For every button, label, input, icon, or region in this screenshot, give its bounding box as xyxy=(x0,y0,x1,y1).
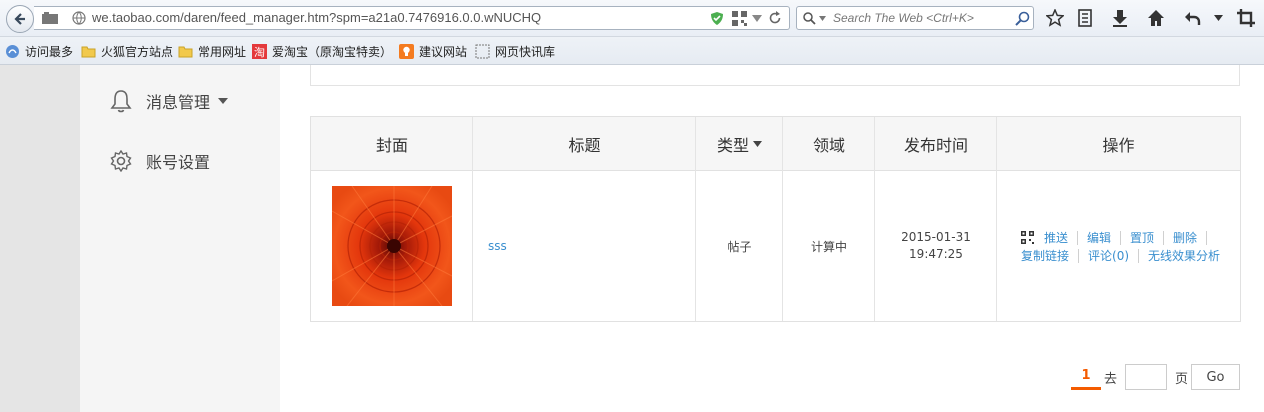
qr-code-icon[interactable] xyxy=(732,11,747,26)
push-link[interactable]: 推送 xyxy=(1044,230,1079,245)
bulb-icon xyxy=(399,44,414,59)
chevron-down-icon xyxy=(819,16,826,21)
header-type[interactable]: 类型 xyxy=(696,117,783,171)
publish-date: 2015-01-31 xyxy=(901,230,971,244)
go-button[interactable]: Go xyxy=(1191,364,1240,390)
bell-icon xyxy=(110,90,132,113)
sidebar-item-label: 账号设置 xyxy=(146,153,211,172)
search-bar[interactable]: Search The Web <Ctrl+K> xyxy=(796,6,1034,30)
table-row-cover xyxy=(311,171,473,321)
bookmark-suggested-sites[interactable]: 建议网站 xyxy=(399,43,467,60)
bookmark-web-slice[interactable]: 网页快讯库 xyxy=(475,43,555,60)
goto-label: 去 xyxy=(1104,372,1118,387)
table-row-publish-time: 2015-01-31 19:47:25 xyxy=(875,171,997,321)
qr-code-icon[interactable] xyxy=(1021,231,1034,244)
bookmark-common-sites[interactable]: 常用网址 xyxy=(178,43,246,60)
table-row-type: 帖子 xyxy=(727,239,752,254)
bookmark-firefox-official[interactable]: 火狐官方站点 xyxy=(81,43,173,60)
globe-icon xyxy=(6,45,19,58)
globe-icon xyxy=(72,11,86,25)
page-unit-label: 页 xyxy=(1175,372,1189,387)
dropdown-arrow-icon[interactable] xyxy=(752,15,762,22)
mobile-analytics-link[interactable]: 无线效果分析 xyxy=(1139,249,1229,263)
left-gutter xyxy=(0,65,80,412)
folder-icon xyxy=(81,46,96,58)
header-title: 标题 xyxy=(568,136,601,155)
back-arrow-icon xyxy=(14,13,25,25)
folder-icon xyxy=(178,46,193,58)
crop-icon[interactable] xyxy=(1236,8,1256,28)
pin-top-link[interactable]: 置顶 xyxy=(1121,230,1165,245)
download-icon[interactable] xyxy=(1110,8,1130,28)
gear-icon xyxy=(110,150,132,172)
search-placeholder: Search The Web <Ctrl+K> xyxy=(833,11,974,25)
browser-toolbar: we.taobao.com/daren/feed_manager.htm?spm… xyxy=(0,0,1264,37)
home-icon[interactable] xyxy=(1146,8,1166,28)
delete-link[interactable]: 删除 xyxy=(1164,230,1208,245)
page-number-current[interactable]: 1 xyxy=(1071,363,1101,390)
url-text: we.taobao.com/daren/feed_manager.htm?spm… xyxy=(92,10,542,25)
back-button[interactable] xyxy=(6,5,34,33)
caret-down-icon xyxy=(753,141,762,147)
tab-groups-icon[interactable] xyxy=(42,12,58,24)
filter-panel xyxy=(310,65,1240,86)
bookmark-star-icon[interactable] xyxy=(1045,8,1065,28)
header-publish-time: 发布时间 xyxy=(903,136,968,155)
edit-link[interactable]: 编辑 xyxy=(1078,230,1122,245)
comments-link[interactable]: 评论(0) xyxy=(1079,248,1140,263)
bookmark-ai-taobao[interactable]: 淘 爱淘宝（原淘宝特卖） xyxy=(252,43,392,60)
undo-dropdown-icon[interactable] xyxy=(1208,8,1228,28)
taobao-icon: 淘 xyxy=(252,44,267,59)
header-domain: 领域 xyxy=(812,136,845,155)
copy-link-link[interactable]: 复制链接 xyxy=(1021,248,1080,263)
bookmarks-bar: 访问最多 火狐官方站点 常用网址 淘 爱淘宝（原淘宝特卖） 建议网站 网页快讯库 xyxy=(0,37,1264,65)
table-row-title: sss xyxy=(473,171,696,321)
table-header: 封面 标题 类型 领域 发布时间 操作 xyxy=(311,117,1240,171)
sidebar-item-label: 消息管理 xyxy=(146,93,211,112)
search-engine-icon[interactable] xyxy=(803,12,817,25)
caret-down-icon xyxy=(218,98,229,104)
table-row-domain: 计算中 xyxy=(810,239,847,254)
webslice-icon xyxy=(475,44,490,59)
sidebar-item-account[interactable]: 账号设置 xyxy=(110,149,210,173)
svg-text:淘: 淘 xyxy=(254,46,265,59)
row-actions: 推送 编辑 置顶 删除 复制链接 评论(0) 无线效果分析 xyxy=(1021,229,1231,265)
feed-table: 封面 标题 类型 领域 发布时间 操作 sss 帖子 计算中 2015-01-3… xyxy=(310,116,1241,322)
page-jump-input[interactable] xyxy=(1125,364,1167,390)
reload-icon[interactable] xyxy=(768,11,782,25)
sidebar-item-messages[interactable]: 消息管理 xyxy=(110,89,242,113)
cover-image[interactable] xyxy=(332,186,452,306)
publish-clock: 19:47:25 xyxy=(909,247,963,261)
header-actions: 操作 xyxy=(1102,136,1135,155)
bookmark-most-visited[interactable]: 访问最多 xyxy=(5,43,73,60)
bookmarks-menu-icon[interactable] xyxy=(1075,8,1095,28)
header-cover: 封面 xyxy=(375,136,408,155)
url-bar[interactable]: we.taobao.com/daren/feed_manager.htm?spm… xyxy=(34,6,790,30)
sidebar: 消息管理 账号设置 xyxy=(80,65,280,412)
search-icon[interactable] xyxy=(1015,11,1030,26)
post-title-link[interactable]: sss xyxy=(488,239,507,253)
undo-icon[interactable] xyxy=(1182,8,1202,28)
shield-icon[interactable] xyxy=(710,11,724,26)
